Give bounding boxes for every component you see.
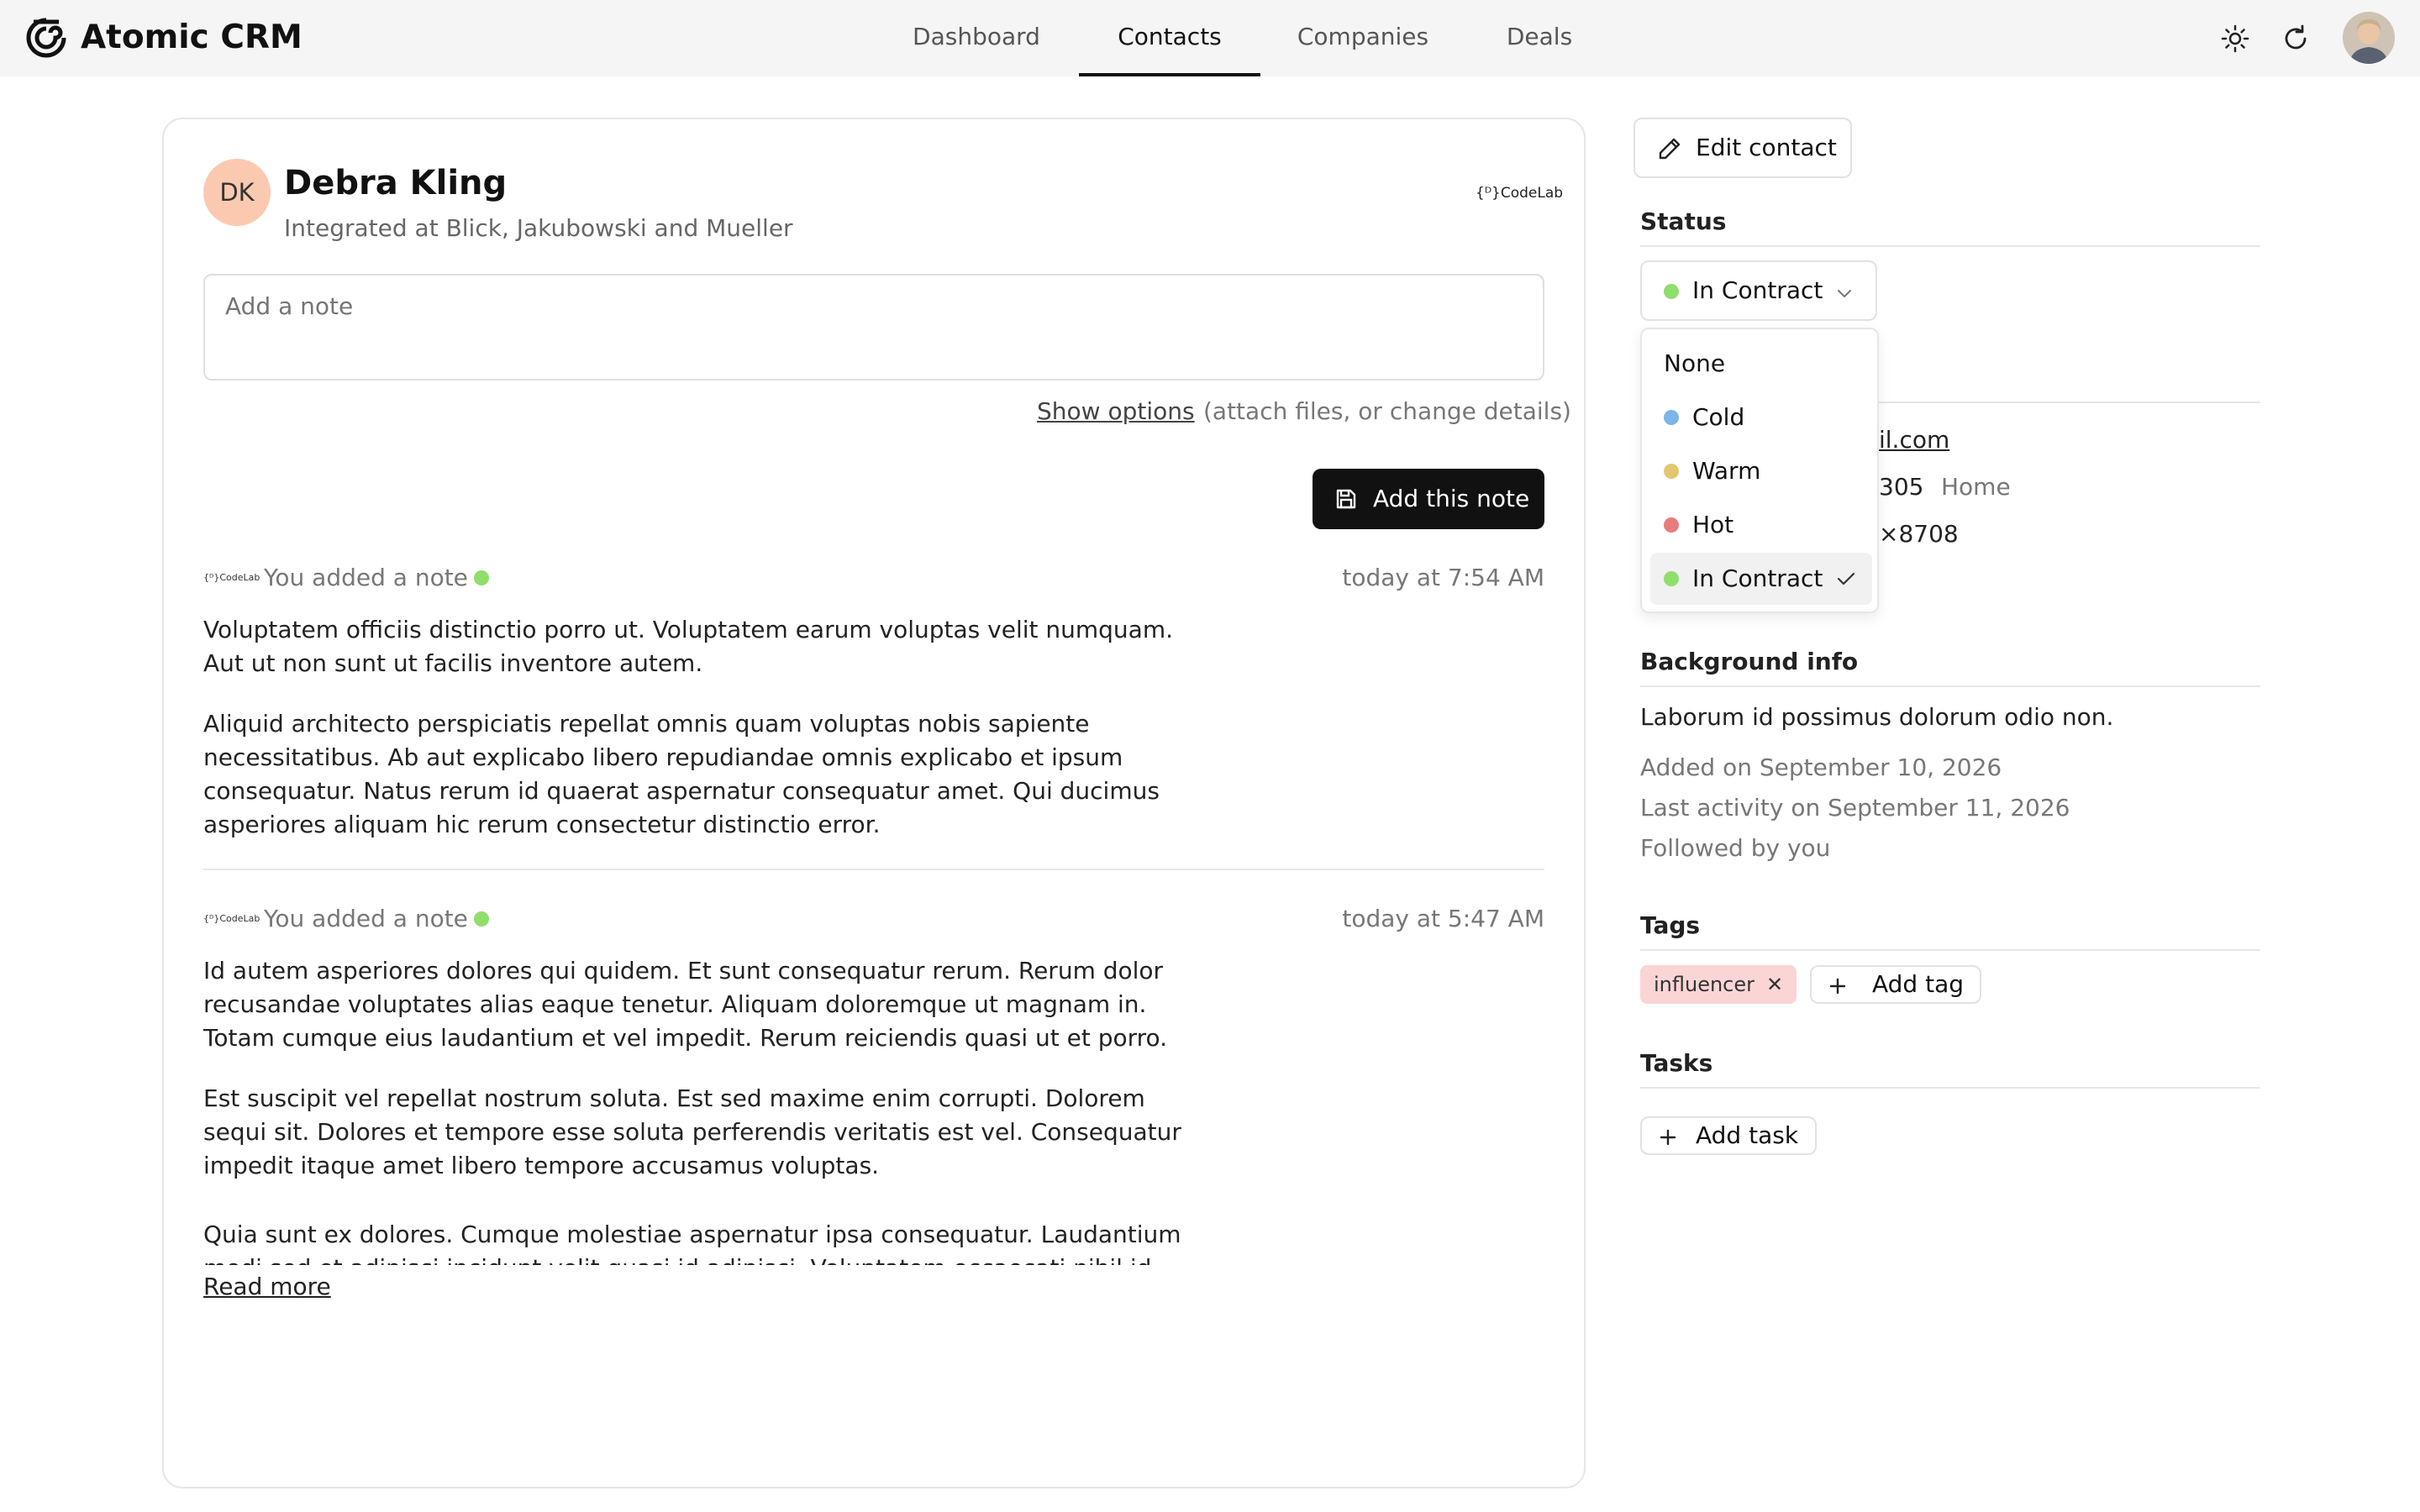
sun-icon[interactable] bbox=[2218, 22, 2252, 55]
show-options-link[interactable]: Show options bbox=[1037, 395, 1195, 428]
tab-dashboard[interactable]: Dashboard bbox=[894, 0, 1059, 76]
note-divider bbox=[203, 869, 1544, 870]
status-dropdown-menu: None Cold Warm Hot In Contract bbox=[1640, 328, 1879, 613]
save-icon bbox=[1336, 489, 1356, 509]
tab-contacts[interactable]: Contacts bbox=[1079, 0, 1260, 76]
edit-contact-button[interactable]: Edit contact bbox=[1634, 118, 1852, 178]
section-divider bbox=[1640, 1087, 2260, 1089]
add-note-button[interactable]: Add this note bbox=[1313, 469, 1544, 529]
plus-icon bbox=[1829, 978, 1846, 995]
edit-contact-label: Edit contact bbox=[1696, 134, 1837, 161]
add-note-button-label: Add this note bbox=[1373, 485, 1530, 512]
refresh-icon[interactable] bbox=[2279, 22, 2312, 55]
email-link[interactable]: il.com bbox=[1879, 423, 1949, 457]
note-time: today at 5:47 AM bbox=[1342, 905, 1544, 932]
tags-title: Tags bbox=[1640, 911, 1701, 939]
status-color-dot bbox=[1664, 284, 1679, 299]
note-company-logo: {ᴰ}CodeLab bbox=[203, 913, 260, 924]
note-company-logo: {ᴰ}CodeLab bbox=[203, 572, 260, 583]
status-select[interactable]: In Contract bbox=[1640, 260, 1877, 321]
chevron-down-icon bbox=[1838, 290, 1851, 297]
note-paragraph: Id autem asperiores dolores qui quidem. … bbox=[203, 957, 1168, 1052]
phone-type: Home bbox=[1941, 473, 2011, 501]
user-avatar[interactable] bbox=[2343, 12, 2395, 64]
section-divider bbox=[1640, 245, 2260, 247]
status-option-label: None bbox=[1664, 349, 1726, 377]
tab-companies[interactable]: Companies bbox=[1281, 0, 1445, 76]
contact-avatar: DK bbox=[203, 159, 271, 226]
pencil-icon bbox=[1659, 138, 1681, 160]
status-option-label: Warm bbox=[1692, 457, 1761, 485]
status-color-dot bbox=[1664, 410, 1679, 425]
add-task-button[interactable]: Add task bbox=[1640, 1116, 1817, 1155]
status-option-label: Cold bbox=[1692, 403, 1745, 431]
tasks-title: Tasks bbox=[1640, 1049, 1713, 1077]
status-title: Status bbox=[1640, 207, 1727, 235]
tab-deals[interactable]: Deals bbox=[1465, 0, 1613, 76]
tag-chip[interactable]: influencer ✕ bbox=[1640, 965, 1797, 1004]
note-paragraph-truncated: Quia sunt ex dolores. Cumque molestiae a… bbox=[203, 1218, 1212, 1265]
phone-number[interactable]: 305 bbox=[1879, 470, 1923, 504]
add-task-label: Add task bbox=[1696, 1121, 1799, 1149]
top-navigation-bar: Atomic CRM Dashboard Contacts Companies … bbox=[0, 0, 2420, 76]
contact-subtitle: Integrated at Blick, Jakubowski and Muel… bbox=[284, 214, 793, 242]
background-info-title: Background info bbox=[1640, 648, 1859, 675]
status-option-warm[interactable]: Warm bbox=[1650, 445, 1872, 497]
check-icon bbox=[1837, 572, 1855, 585]
status-option-hot[interactable]: Hot bbox=[1650, 499, 1872, 551]
note-time: today at 7:54 AM bbox=[1342, 564, 1544, 591]
section-divider bbox=[1640, 685, 2260, 687]
status-option-cold[interactable]: Cold bbox=[1650, 391, 1872, 444]
note-paragraph: Voluptatem officiis distinctio porro ut.… bbox=[203, 616, 1174, 677]
company-logo[interactable]: {ᴰ}CodeLab bbox=[1476, 183, 1563, 203]
contact-name: Debra Kling bbox=[284, 164, 508, 202]
status-option-label: In Contract bbox=[1692, 564, 1823, 592]
status-option-label: Hot bbox=[1692, 511, 1734, 538]
note-status-dot bbox=[474, 911, 489, 927]
last-activity-date: Last activity on September 11, 2026 bbox=[1640, 794, 2070, 822]
followed-status: Followed by you bbox=[1640, 834, 1831, 862]
add-note-input[interactable] bbox=[203, 274, 1544, 381]
status-color-dot bbox=[1664, 464, 1679, 479]
note-paragraph: Quia sunt ex dolores. Cumque molestiae a… bbox=[203, 1221, 1181, 1265]
note-status-dot bbox=[474, 570, 489, 585]
note-paragraph: Aliquid architecto perspiciatis repellat… bbox=[203, 710, 1160, 838]
plus-icon bbox=[1660, 1129, 1676, 1146]
status-option-none[interactable]: None bbox=[1650, 338, 1872, 390]
add-tag-label: Add tag bbox=[1872, 970, 1965, 998]
note-paragraph: Est suscipit vel repellat nostrum soluta… bbox=[203, 1084, 1181, 1179]
background-text: Laborum id possimus dolorum odio non. bbox=[1640, 703, 2114, 731]
atomic-logo-icon[interactable] bbox=[25, 17, 67, 59]
add-tag-button[interactable]: Add tag bbox=[1810, 965, 1981, 1004]
note-author: You added a note bbox=[264, 564, 468, 591]
status-select-value: In Contract bbox=[1692, 276, 1823, 304]
close-icon[interactable]: ✕ bbox=[1766, 965, 1783, 1004]
section-divider bbox=[1640, 949, 2260, 951]
user-photo-icon bbox=[2343, 12, 2395, 64]
status-color-dot bbox=[1664, 571, 1679, 586]
phone-number[interactable]: ×8708 bbox=[1879, 517, 1959, 551]
read-more-link[interactable]: Read more bbox=[203, 1270, 331, 1304]
note-author: You added a note bbox=[264, 905, 468, 932]
show-options-hint: (attach files, or change details) bbox=[1203, 397, 1571, 425]
status-color-dot bbox=[1664, 517, 1679, 533]
added-on-date: Added on September 10, 2026 bbox=[1640, 753, 2002, 781]
status-option-in-contract[interactable]: In Contract bbox=[1650, 553, 1872, 605]
app-title[interactable]: Atomic CRM bbox=[81, 17, 302, 59]
tag-label: influencer bbox=[1654, 973, 1755, 996]
